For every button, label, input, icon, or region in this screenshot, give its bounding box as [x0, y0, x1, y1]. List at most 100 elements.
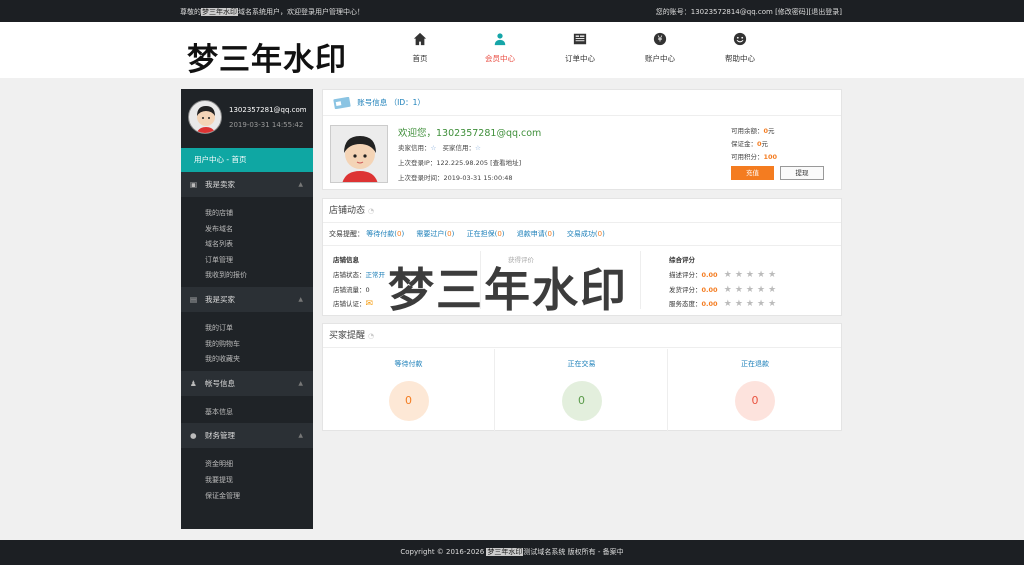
balance-unit: 元 [768, 127, 775, 135]
buyer-credit-label: 买家信用： [442, 144, 476, 152]
shop-info-section: 店铺信息 店铺状态：正常开 店铺流量：0 店铺认证：✉ [333, 254, 385, 313]
buyer-in-trade[interactable]: 正在交易 0 [496, 349, 668, 432]
nav-account[interactable]: ¥ 账户中心 [620, 32, 700, 64]
welcome-suffix: 域名系统用户，欢迎登录用户管理中心！ [238, 8, 364, 16]
last-time-value: 2019-03-31 15:00:48 [443, 174, 513, 182]
id-card-icon [333, 96, 353, 110]
tab-guaranteeing[interactable]: 正在担保(0) [467, 230, 505, 238]
sidebar-group-seller[interactable]: ▣ 我是卖家 ▲ [181, 172, 313, 197]
sidebar-list-finance: 资金明细 我要提现 保证金管理 [181, 448, 313, 507]
star-icon: ★ [745, 270, 754, 280]
sidebar-group-account[interactable]: ♟ 帐号信息 ▲ [181, 370, 313, 396]
last-time-label: 上次登录时间： [398, 174, 444, 182]
tab-need-transfer[interactable]: 需要过户(0) [416, 230, 454, 238]
tab-pending-payment[interactable]: 等待付款(0) [366, 230, 404, 238]
buyer-pending-payment[interactable]: 等待付款 0 [323, 349, 495, 432]
star-icon: ★ [723, 299, 732, 309]
nav-orders[interactable]: 订单中心 [540, 32, 620, 64]
star-icon: ★ [756, 299, 766, 309]
star-icon: ★ [756, 284, 766, 295]
logout-link[interactable]: [退出登录] [809, 8, 842, 16]
sidebar-item-funds[interactable]: 资金明细 [181, 457, 313, 473]
footer: Copyright © 2016-2026 梦三年水印测试域名系统 版权所有 -… [0, 540, 1024, 565]
sidebar-item-order-manage[interactable]: 订单管理 [181, 253, 313, 269]
buyer-stat-label: 正在退款 [741, 360, 769, 368]
sidebar-item-offers[interactable]: 我收到的报价 [181, 268, 313, 284]
buyer-stat-circle: 0 [735, 381, 775, 421]
edit-password-link[interactable]: [修改密码] [775, 8, 808, 16]
shop-card-header: 店铺动态 ◔ [323, 199, 841, 223]
deposit-label: 保证金： [731, 140, 757, 148]
ip-lookup-link[interactable]: [查看地址] [490, 159, 521, 167]
welcome-prefix: 尊敬的 [180, 8, 201, 16]
site-logo[interactable]: 梦三年水印 [187, 34, 347, 79]
nav-home[interactable]: 首页 [380, 32, 460, 64]
last-ip-line: 上次登录IP：122.225.98.205 [查看地址] [398, 157, 521, 167]
chevron-up-icon: ▲ [298, 295, 303, 303]
sidebar-item-favorites[interactable]: 我的收藏夹 [181, 352, 313, 368]
account-icon: ¥ [620, 32, 700, 50]
chevron-up-icon: ▲ [298, 379, 303, 387]
buyer-stat-circle: 0 [388, 381, 429, 421]
footer-suffix: 测试域名系统 版权所有 - 备案中 [523, 548, 624, 556]
buyer-stat-label: 等待付款 [394, 360, 423, 368]
tab-count: 0 [597, 230, 603, 238]
sidebar-item-domain-list[interactable]: 域名列表 [181, 237, 313, 253]
sidebar-time: 2019-03-31 14:55:42 [229, 121, 304, 129]
chevron-up-icon: ▲ [298, 432, 303, 440]
buyer-refunding[interactable]: 正在退款 0 [669, 349, 841, 432]
tab-label: 等待付款 [366, 230, 395, 238]
rating-label: 描述评分： [669, 271, 702, 279]
star-icon: ★ [723, 284, 732, 295]
sidebar-item-publish-domain[interactable]: 发布域名 [181, 222, 313, 238]
sidebar-item-withdraw[interactable]: 我要提现 [181, 473, 313, 489]
star-icon: ☆ [430, 144, 437, 152]
tab-label: 正在担保 [466, 230, 495, 238]
divider [640, 251, 641, 309]
rating-score: 0.00 [701, 271, 718, 279]
sidebar: 1302357281@qq.com 2019-03-31 14:55:42 用户… [181, 89, 313, 529]
sidebar-email: 1302357281@qq.com [229, 106, 307, 114]
sidebar-group-label: 我是买家 [205, 294, 235, 304]
buyer-stat-label: 正在交易 [567, 360, 596, 368]
buyer-card-header: 买家提醒 ◔ [323, 324, 841, 348]
nav-help[interactable]: 帮助中心 [700, 32, 780, 64]
main-nav: 首页 会员中心 订单中心 ¥ 账户中心 帮助中心 [380, 32, 780, 64]
rating-label: 发货评分： [669, 285, 702, 294]
welcome-watermark: 梦三年水印 [201, 8, 238, 16]
shop-traffic-label: 店铺流量： [333, 285, 366, 294]
sidebar-item-deposit[interactable]: 保证金管理 [181, 489, 313, 505]
star-icon: ★ [734, 284, 743, 295]
charge-button[interactable]: 充值 [731, 166, 774, 180]
withdraw-button[interactable]: 提现 [780, 166, 824, 180]
sidebar-home[interactable]: 用户中心 - 首页 [181, 148, 313, 172]
star-icon: ★ [745, 299, 754, 309]
welcome-text: 尊敬的梦三年水印域名系统用户，欢迎登录用户管理中心！ [180, 7, 364, 17]
star-icon: ★ [723, 270, 732, 280]
points-line: 可用积分：100 [731, 151, 777, 161]
sidebar-item-my-orders[interactable]: 我的订单 [181, 321, 313, 337]
seller-credit-label: 卖家信用： [398, 144, 431, 152]
tab-trade-success[interactable]: 交易成功(0) [567, 230, 605, 238]
balance-label: 可用余额： [731, 127, 764, 135]
sidebar-item-cart[interactable]: 我的购物车 [181, 337, 313, 353]
orders-icon [540, 32, 620, 50]
help-icon [700, 32, 780, 50]
sidebar-item-basic-info[interactable]: 基本信息 [181, 405, 313, 421]
sidebar-item-my-shop[interactable]: 我的店铺 [181, 206, 313, 222]
shop-title: 店铺动态 [329, 206, 366, 216]
sidebar-group-buyer[interactable]: ▤ 我是买家 ▲ [181, 286, 313, 312]
account-card-header: 账号信息 （ID：1） [323, 90, 841, 116]
nav-home-label: 首页 [412, 54, 428, 63]
tab-refund-requests[interactable]: 退款申请(0) [517, 230, 555, 238]
footer-copyright: Copyright © 2016-2026 [400, 548, 487, 556]
sidebar-group-finance[interactable]: ● 财务管理 ▲ [181, 423, 313, 449]
nav-member-center[interactable]: 会员中心 [460, 32, 540, 64]
user-icon [460, 32, 540, 50]
star-icon: ★ [734, 299, 743, 309]
tab-label: 退款申请 [516, 230, 545, 238]
sidebar-group-label: 帐号信息 [205, 378, 235, 388]
last-ip-value: 122.225.98.205 [436, 159, 489, 167]
svg-text:¥: ¥ [657, 35, 662, 44]
rating-score: 0.00 [701, 285, 718, 294]
